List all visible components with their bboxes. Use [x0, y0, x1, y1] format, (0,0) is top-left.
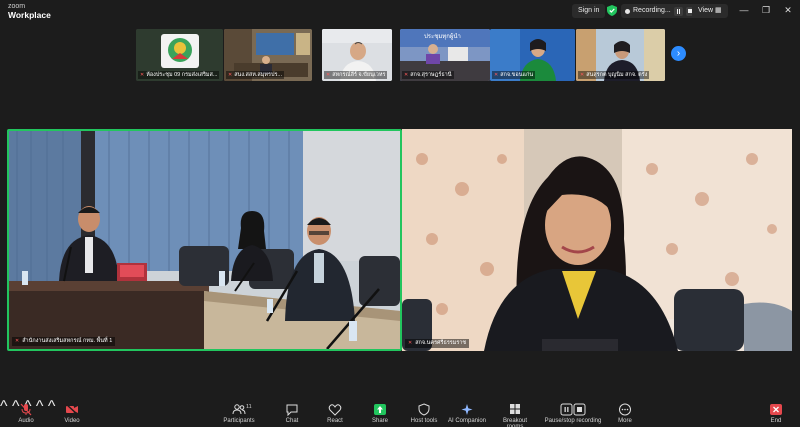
participants-label: Participants [223, 418, 255, 424]
chat-button[interactable]: Chat [280, 403, 304, 424]
video-tile-active-speaker[interactable]: สำนักงานส่งเสริมสหกรณ์ กทม. พื้นที่ 1 [7, 129, 402, 351]
thumbnail-name: ห้องประชุม 09 กรมส่งเสริมส... [138, 71, 220, 79]
thumbnail-tile[interactable]: สกจ.ขอนแก่น [490, 29, 575, 81]
breakout-rooms-button[interactable]: Breakout rooms [494, 403, 536, 427]
thumbnail-name: สกจ.สุราษฎร์ธานี [402, 71, 454, 79]
sign-in-button[interactable]: Sign in [572, 4, 606, 18]
zoom-meeting-window: zoom Workplace Sign in Recording... View… [0, 0, 800, 427]
participant-video-image [9, 131, 400, 349]
react-label: React [327, 418, 343, 424]
participant-video-image [402, 129, 792, 351]
grid-view-icon: ▦ [715, 7, 722, 14]
recording-label: Recording... [633, 7, 671, 14]
thumbnail-tile[interactable]: สหกรณ์ลีร์ จ.ขัยนุเวหร [322, 29, 392, 81]
pause-stop-recording-label: Pause/stop recording [544, 418, 602, 424]
minimize-icon[interactable]: — [736, 3, 752, 17]
record-controls-icon [560, 403, 586, 416]
view-button[interactable]: View ▦ [692, 4, 728, 18]
sparkle-icon [461, 404, 473, 415]
meeting-controls-toolbar: Audio ^ Video ^ Participants 11 ^ [0, 398, 800, 427]
next-page-button[interactable]: › [671, 46, 686, 61]
participants-count: 11 [246, 404, 252, 410]
close-icon[interactable]: ✕ [780, 3, 796, 17]
video-label: Video [64, 418, 80, 424]
thumbnail-banner-text: ประชุมทุกผู้นำ [424, 34, 461, 40]
pause-recording-icon[interactable] [673, 6, 683, 16]
host-tools-label: Host tools [410, 418, 438, 424]
share-label: Share [371, 418, 388, 424]
thumbnail-name: สนสุรกต บุญนิม สกจ. ตรัง [578, 71, 650, 79]
end-call-icon [770, 404, 782, 415]
title-bar: zoom Workplace Sign in Recording... View… [0, 0, 800, 22]
thumbnail-name: สกจ.ขอนแก่น [492, 71, 536, 79]
chat-label: Chat [285, 418, 299, 424]
thumbnail-tile[interactable]: ประชุมทุกผู้นำ สกจ.สุราษฎร์ธานี [400, 29, 490, 81]
more-button[interactable]: More [612, 403, 638, 424]
end-meeting-button[interactable]: End [764, 403, 788, 424]
grid-icon [510, 404, 520, 414]
participants-icon [232, 404, 246, 415]
participant-thumbnail-strip: ห้องประชุม 09 กรมส่งเสริมส... สนง.สสห.สม… [136, 29, 665, 81]
thumbnail-tile[interactable]: ห้องประชุม 09 กรมส่งเสริมส... [136, 29, 223, 81]
thumbnail-tile[interactable]: สนง.สสห.สมุทรปร... [224, 29, 312, 81]
view-label: View [698, 7, 714, 14]
shield-icon [418, 403, 430, 416]
ai-companion-label: AI Companion [447, 418, 487, 424]
share-screen-icon [374, 404, 386, 415]
chat-icon [286, 404, 298, 416]
breakout-rooms-label: Breakout rooms [502, 418, 527, 427]
brand-large: Workplace [8, 10, 51, 20]
more-icon [619, 403, 631, 416]
heart-icon [328, 404, 342, 416]
chevron-right-icon: › [676, 48, 681, 59]
video-off-icon [65, 403, 79, 416]
app-logo: zoom Workplace [8, 2, 51, 20]
encryption-shield-icon[interactable] [607, 5, 617, 16]
audio-button[interactable]: Audio [14, 403, 38, 424]
thumbnail-name: สนง.สสห.สมุทรปร... [226, 71, 284, 79]
more-label: More [618, 418, 632, 424]
recording-indicator[interactable]: Recording... [621, 4, 699, 18]
audio-options-chevron-up-icon[interactable]: ^ [0, 398, 8, 415]
share-options-chevron-up-icon[interactable]: ^ [48, 398, 56, 415]
react-button[interactable]: React [322, 403, 348, 424]
thumbnail-name: สหกรณ์ลีร์ จ.ขัยนุเวหร [324, 71, 388, 79]
pause-stop-recording-button[interactable]: Pause/stop recording [544, 403, 602, 424]
host-tools-button[interactable]: Host tools [408, 403, 440, 424]
video-tile-participant[interactable]: สกจ.นครศรีธรรมราช [402, 129, 792, 351]
end-label: End [770, 418, 782, 424]
video-button[interactable]: Video [60, 403, 84, 424]
participant-name-label: สกจ.นครศรีธรรมราช [405, 339, 470, 348]
participant-name-label: สำนักงานส่งเสริมสหกรณ์ กทม. พื้นที่ 1 [12, 337, 116, 346]
ai-companion-button[interactable]: AI Companion [446, 403, 488, 424]
thumbnail-tile[interactable]: สนสุรกต บุญนิม สกจ. ตรัง [576, 29, 665, 81]
recording-dot-icon [625, 8, 630, 14]
microphone-muted-icon [20, 403, 32, 416]
share-button[interactable]: Share [367, 403, 393, 424]
audio-label: Audio [18, 418, 34, 424]
maximize-icon[interactable]: ❐ [758, 3, 774, 17]
